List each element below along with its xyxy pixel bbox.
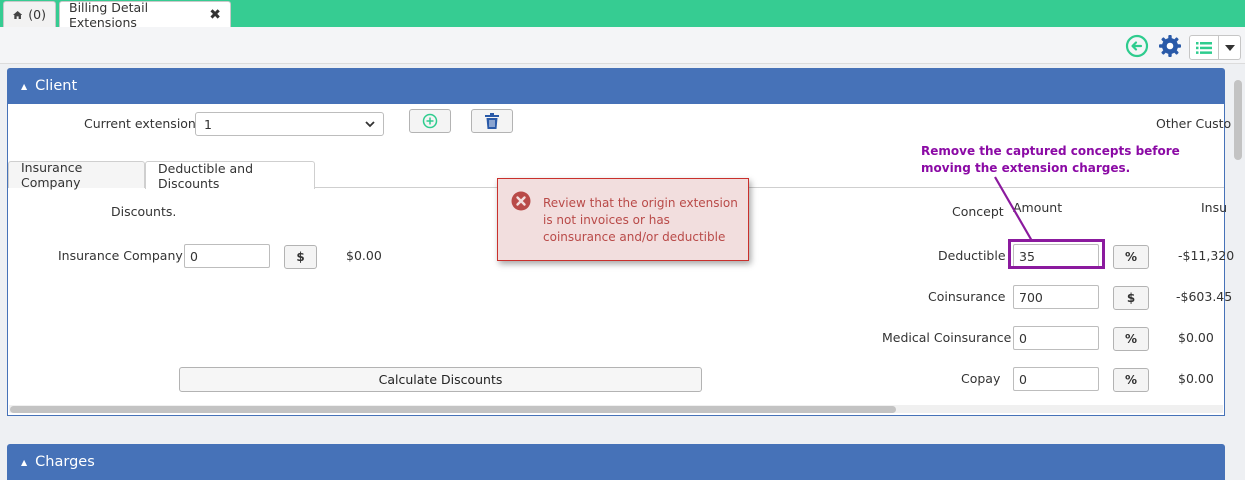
caret-down-icon[interactable]	[1218, 36, 1240, 59]
medical-coinsurance-result: $0.00	[1178, 330, 1214, 345]
tab-billing-label: Billing Detail Extensions	[69, 0, 149, 30]
copay-value: 0	[1019, 371, 1027, 387]
close-tab-icon[interactable]: ✖	[209, 7, 221, 23]
instruction-annotation: Remove the captured concepts before movi…	[921, 144, 1180, 175]
insurance-company-amount: $0.00	[346, 248, 382, 263]
tab-home[interactable]: (0)	[3, 1, 56, 27]
coinsurance-value: 700	[1019, 289, 1043, 305]
error-alert: Review that the origin extension is not …	[497, 178, 749, 261]
discounts-heading: Discounts.	[111, 204, 177, 219]
deductible-unit-button[interactable]: %	[1113, 245, 1149, 269]
top-tab-bar: (0) Billing Detail Extensions ✖	[0, 0, 1245, 30]
copay-label: Copay	[961, 371, 1001, 386]
tab-insurance-company[interactable]: Insurance Company	[8, 160, 145, 190]
current-extension-label: Current extension	[84, 116, 196, 131]
error-x-icon	[511, 191, 531, 211]
annotation-arrow	[994, 176, 1033, 242]
coinsurance-unit-button[interactable]: $	[1113, 286, 1149, 310]
tab-insurance-label: Insurance Company	[21, 160, 83, 190]
insurance-company-label: Insurance Company	[58, 248, 183, 263]
deductible-highlight-box	[1008, 239, 1105, 269]
add-extension-button[interactable]	[409, 109, 451, 133]
list-icon[interactable]	[1190, 36, 1218, 59]
unit-label: $	[296, 250, 305, 264]
copay-unit: %	[1124, 373, 1138, 387]
charges-panel-header[interactable]: ▲ Charges	[7, 444, 1225, 480]
coinsurance-label: Coinsurance	[928, 289, 1006, 304]
coinsurance-input[interactable]: 700	[1013, 285, 1099, 309]
deductible-result: -$11,320	[1178, 248, 1235, 263]
tab-deductible-label: Deductible and Discounts	[158, 160, 254, 191]
trash-icon	[485, 113, 499, 129]
collapse-caret-icon: ▲	[21, 81, 28, 91]
vertical-scrollbar[interactable]	[1234, 80, 1242, 160]
toolbar	[0, 27, 1245, 64]
copay-unit-button[interactable]: %	[1113, 368, 1149, 392]
copay-result: $0.00	[1178, 371, 1214, 386]
horizontal-scrollbar[interactable]	[10, 406, 896, 413]
collapse-caret-icon: ▲	[21, 457, 28, 467]
home-icon	[13, 10, 23, 19]
current-extension-value: 1	[204, 116, 212, 132]
insurance-company-value: 0	[190, 248, 198, 264]
client-panel-header[interactable]: ▲ Client	[7, 68, 1225, 104]
medical-coinsurance-unit: %	[1124, 332, 1138, 346]
client-panel-title: Client	[35, 78, 78, 94]
copay-input[interactable]: 0	[1013, 367, 1099, 391]
deductible-unit: %	[1124, 250, 1138, 264]
medical-coinsurance-input[interactable]: 0	[1013, 326, 1099, 350]
delete-extension-button[interactable]	[471, 109, 513, 133]
insurance-company-input[interactable]: 0	[184, 244, 270, 268]
insurance-header: Insu	[1201, 200, 1228, 215]
coinsurance-unit: $	[1126, 291, 1136, 305]
tab-billing-detail-extensions[interactable]: Billing Detail Extensions ✖	[59, 0, 231, 30]
error-alert-message: Review that the origin extension is not …	[543, 196, 738, 244]
current-extension-select[interactable]: 1	[195, 112, 384, 136]
tab-deductible-and-discounts[interactable]: Deductible and Discounts	[145, 160, 315, 191]
deductible-label: Deductible	[938, 248, 1006, 263]
tab-home-label: (0)	[28, 7, 46, 22]
medical-coinsurance-unit-button[interactable]: %	[1113, 327, 1149, 351]
other-customers-label: Other Custo	[1156, 116, 1232, 131]
medical-coinsurance-value: 0	[1019, 330, 1027, 346]
back-arrow-icon[interactable]	[1124, 33, 1150, 59]
insurance-company-unit-button[interactable]: $	[284, 245, 317, 269]
calculate-discounts-button[interactable]: Calculate Discounts	[179, 367, 702, 392]
medical-coinsurance-label: Medical Coinsurance	[882, 330, 1012, 345]
list-menu-button[interactable]	[1189, 35, 1241, 60]
chevron-down-icon	[365, 120, 375, 127]
plus-circle-icon	[422, 113, 438, 129]
charges-panel-title: Charges	[35, 454, 95, 470]
gear-icon[interactable]	[1157, 33, 1183, 59]
coinsurance-result: -$603.45	[1176, 289, 1233, 304]
calculate-discounts-label: Calculate Discounts	[378, 372, 503, 387]
